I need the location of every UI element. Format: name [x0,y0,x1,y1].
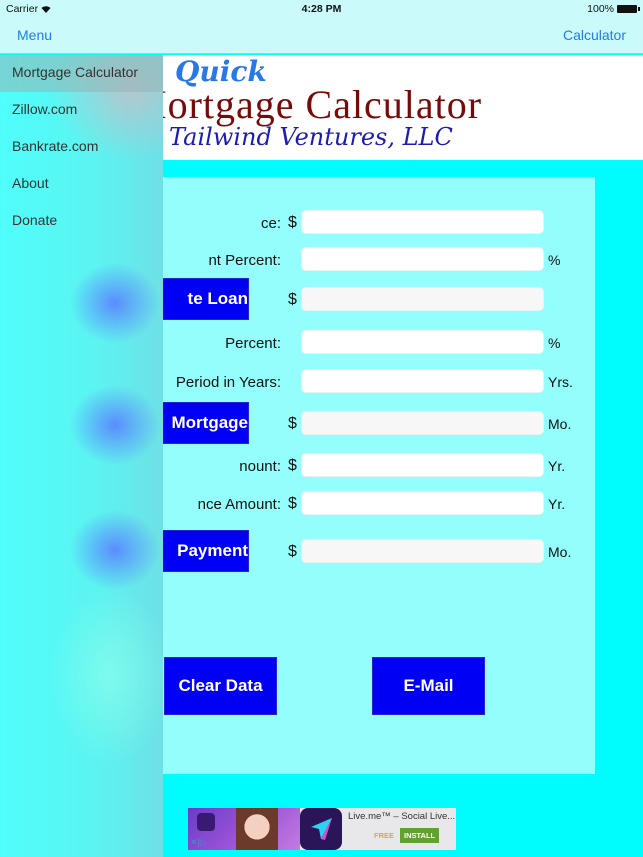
menu-item-about[interactable]: About [0,166,163,203]
form-row-interest-percent: Percent: % [140,328,595,358]
form-row-calculate-loan: te Loan $ [140,278,595,320]
currency-symbol: $ [288,214,297,231]
form-row-price: ce: $ [140,208,595,238]
unit-label: Yr. [548,496,566,512]
period-years-input[interactable] [301,369,544,393]
clear-data-button[interactable]: Clear Data [164,657,277,715]
field-label: Percent: [225,335,281,352]
unit-label: Mo. [548,416,572,432]
field-label: Period in Years: [175,374,281,391]
ad-banner[interactable]: ✕|▷ Live.me™ – Social Live... FREE INSTA… [188,808,456,850]
form-row-calculate-mortgage: Mortgage $ Mo. [140,402,595,444]
unit-label: Yrs. [548,374,573,390]
tax-amount-input[interactable] [301,453,544,477]
interest-percent-input[interactable] [301,330,544,354]
form-row-down-payment-percent: nt Percent: % [140,245,595,275]
loan-amount-output[interactable] [301,287,544,311]
side-menu: Mortgage Calculator Zillow.com Bankrate.… [0,55,163,857]
calculator-form: ce: $ nt Percent: % te Loan $ Percent: %… [140,177,595,774]
ad-close-icon[interactable]: ✕|▷ [190,837,207,848]
ad-image: ✕|▷ [188,808,300,850]
unit-label: Yr. [548,458,566,474]
app-mini-icon [197,813,215,831]
currency-symbol: $ [288,495,297,512]
price-input[interactable] [301,210,544,234]
unit-label: Mo. [548,544,572,560]
menu-button[interactable]: Menu [17,27,52,43]
ad-price: FREE [374,831,395,840]
unit-label: % [548,335,561,351]
menu-item-donate[interactable]: Donate [0,203,163,240]
currency-symbol: $ [288,291,297,308]
status-time: 4:28 PM [301,3,342,15]
currency-symbol: $ [288,543,297,560]
battery-icon [617,5,640,13]
currency-symbol: $ [288,457,297,474]
calculator-button[interactable]: Calculator [563,27,626,43]
top-bar: Carrier 4:28 PM 100% Menu Calculator [0,0,643,54]
menu-item-mortgage-calculator[interactable]: Mortgage Calculator [0,55,163,92]
field-label: nce Amount: [197,496,281,513]
monthly-mortgage-output[interactable] [301,411,544,435]
status-bar: Carrier 4:28 PM 100% [0,0,643,18]
field-label: ce: [260,215,281,232]
unit-label: % [548,252,561,268]
field-label: nt Percent: [208,252,281,269]
down-payment-percent-input[interactable] [301,247,544,271]
form-row-period-years: Period in Years: Yrs. [140,367,595,397]
menu-item-zillow[interactable]: Zillow.com [0,92,163,129]
total-payment-output[interactable] [301,539,544,563]
banner-company: Tailwind Ventures, LLC [169,123,453,151]
ad-title: Live.me™ – Social Live... [348,811,456,822]
app-icon [300,808,342,850]
email-button[interactable]: E-Mail [372,657,485,715]
currency-symbol: $ [288,415,297,432]
form-row-total-payment: Payment $ Mo. [140,530,595,572]
insurance-amount-input[interactable] [301,491,544,515]
app-banner: Quick Mortgage Calculator Tailwind Ventu… [163,55,643,160]
field-label: nount: [239,458,281,475]
form-row-tax-amount: nount: $ Yr. [140,451,595,481]
banner-title: Mortgage Calculator [163,82,483,127]
form-row-insurance-amount: nce Amount: $ Yr. [140,489,595,519]
menu-item-bankrate[interactable]: Bankrate.com [0,129,163,166]
ad-photo [236,808,278,850]
ad-install-button[interactable]: INSTALL [400,828,440,843]
battery-percent: 100% [587,3,614,15]
